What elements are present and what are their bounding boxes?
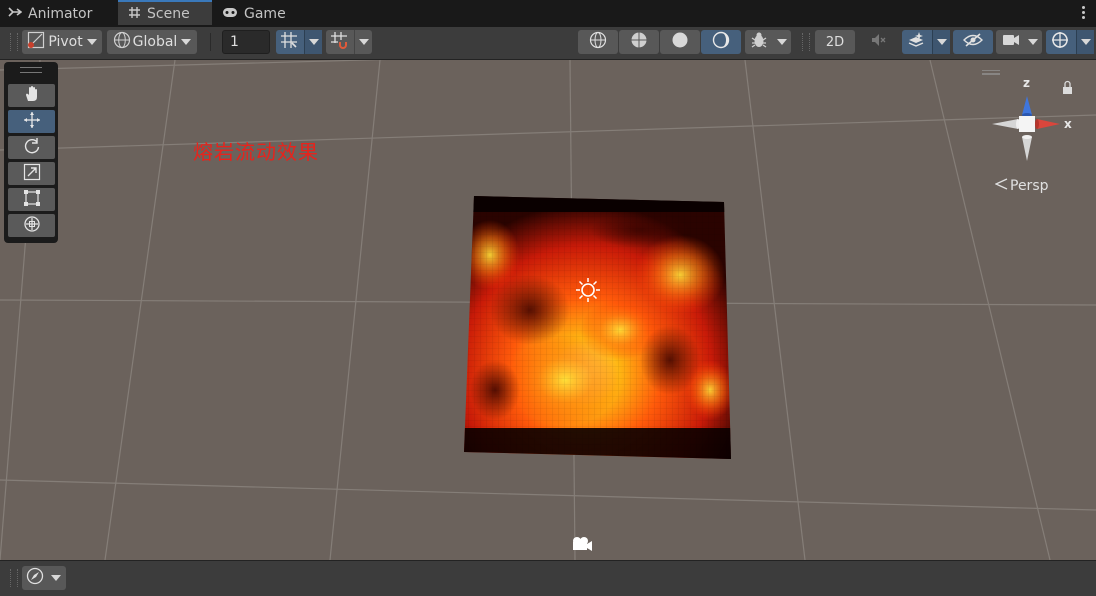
effects-toggle[interactable] bbox=[902, 30, 950, 54]
orientation-overlay-dropdown[interactable] bbox=[22, 566, 66, 590]
debug-draw-mode-button[interactable] bbox=[745, 30, 791, 54]
projection-toggle[interactable]: Persp bbox=[994, 178, 1049, 194]
z-axis-label: z bbox=[1023, 76, 1030, 90]
hand-icon bbox=[23, 85, 41, 107]
2d-mode-toggle[interactable]: 2D bbox=[815, 30, 855, 54]
chevron-down-icon bbox=[51, 575, 61, 581]
lava-plane[interactable] bbox=[0, 60, 1096, 560]
snap-value: 1 bbox=[230, 34, 239, 50]
transform-tool[interactable] bbox=[8, 214, 55, 237]
rotate-icon bbox=[23, 137, 41, 159]
projection-label: Persp bbox=[1010, 178, 1049, 194]
z-axis-cone bbox=[1022, 96, 1032, 115]
scene-viewport[interactable]: 熔岩流动效果 z x Persp bbox=[0, 60, 1096, 560]
gizmo-menu-icon bbox=[980, 69, 1000, 75]
global-dropdown[interactable]: Global bbox=[107, 30, 197, 54]
x-axis-cone bbox=[1037, 119, 1060, 129]
video-camera-icon bbox=[1002, 33, 1020, 51]
grid-snap-dropdown[interactable] bbox=[304, 30, 322, 54]
tool-palette bbox=[4, 62, 58, 243]
tab-animator[interactable]: Animator bbox=[8, 0, 116, 27]
gizmo-globe-icon bbox=[1051, 31, 1069, 53]
scale-icon bbox=[23, 163, 41, 185]
gizmos-toggle[interactable] bbox=[1046, 30, 1094, 54]
toolbar-divider bbox=[210, 33, 211, 51]
chevron-down-icon bbox=[1028, 39, 1038, 45]
scene-grid-icon bbox=[128, 6, 141, 22]
tab-game[interactable]: Game bbox=[222, 0, 302, 27]
transform-icon bbox=[23, 215, 41, 237]
chevron-down-icon bbox=[777, 39, 787, 45]
lock-icon bbox=[1063, 80, 1072, 94]
shaded-button[interactable] bbox=[660, 30, 700, 54]
globe-icon bbox=[113, 31, 131, 53]
gizmo-center-cube bbox=[1019, 116, 1035, 132]
tab-scene[interactable]: Scene bbox=[118, 0, 212, 25]
toolbar-grip bbox=[10, 569, 18, 587]
tab-label: Game bbox=[244, 5, 286, 22]
layers-sparkle-icon bbox=[907, 31, 925, 53]
neg-x-axis-cone bbox=[992, 119, 1018, 129]
2d-label: 2D bbox=[825, 34, 845, 50]
speaker-muted-icon bbox=[869, 31, 887, 53]
toolbar-grip bbox=[10, 33, 18, 51]
pivot-dropdown[interactable]: Pivot bbox=[22, 30, 102, 54]
shaded-wire-sphere-icon bbox=[630, 31, 648, 53]
increment-snap-toggle[interactable] bbox=[326, 30, 372, 54]
camera-settings-button[interactable] bbox=[996, 30, 1042, 54]
bug-icon bbox=[750, 31, 768, 53]
pivot-label: Pivot bbox=[48, 34, 83, 50]
rotate-tool[interactable] bbox=[8, 136, 55, 159]
chevron-down-icon bbox=[181, 39, 192, 45]
palette-drag-handle[interactable] bbox=[20, 67, 42, 73]
moon-icon bbox=[712, 31, 730, 53]
wireframe-shading-button[interactable] bbox=[578, 30, 618, 54]
unlit-shading-button[interactable] bbox=[701, 30, 741, 54]
snap-increment-field[interactable]: 1 bbox=[222, 30, 270, 54]
rect-transform-icon bbox=[23, 189, 41, 211]
camera-gizmo-icon bbox=[573, 537, 592, 551]
effect-title-text: 熔岩流动效果 bbox=[193, 140, 319, 164]
rect-tool[interactable] bbox=[8, 188, 55, 211]
neg-z-axis-cone bbox=[1022, 137, 1032, 161]
wireframe-sphere-icon bbox=[589, 31, 607, 53]
global-label: Global bbox=[132, 34, 178, 50]
scene-bottom-bar bbox=[0, 560, 1096, 596]
pivot-icon bbox=[27, 31, 45, 53]
move-arrows-icon bbox=[23, 111, 41, 133]
tab-label: Scene bbox=[147, 5, 190, 22]
x-axis-label: x bbox=[1064, 117, 1072, 131]
increment-snap-dropdown[interactable] bbox=[354, 30, 372, 54]
scale-tool[interactable] bbox=[8, 162, 55, 185]
gamepad-icon bbox=[222, 7, 238, 21]
tab-label: Animator bbox=[28, 5, 93, 22]
solid-sphere-icon bbox=[671, 31, 689, 53]
move-tool[interactable] bbox=[8, 110, 55, 133]
scene-toolbar: Pivot Global 1 2D bbox=[0, 27, 1096, 60]
compass-icon bbox=[26, 567, 44, 589]
shaded-wireframe-button[interactable] bbox=[619, 30, 659, 54]
gizmos-dropdown[interactable] bbox=[1076, 30, 1094, 54]
hand-tool[interactable] bbox=[8, 84, 55, 107]
grid-snap-icon bbox=[280, 31, 298, 53]
scene-visibility-toggle[interactable] bbox=[953, 30, 993, 54]
animator-icon bbox=[8, 6, 23, 21]
grid-snap-toggle[interactable] bbox=[276, 30, 322, 54]
perspective-icon bbox=[994, 178, 1008, 194]
chevron-down-icon bbox=[1080, 39, 1091, 45]
effects-dropdown[interactable] bbox=[932, 30, 950, 54]
chevron-down-icon bbox=[308, 39, 319, 45]
more-options-icon[interactable] bbox=[1082, 6, 1086, 21]
magnet-grid-icon bbox=[330, 31, 348, 53]
chevron-down-icon bbox=[936, 39, 947, 45]
chevron-down-icon bbox=[358, 39, 369, 45]
tab-bar: Animator Scene Game bbox=[0, 0, 1096, 27]
audio-toggle[interactable] bbox=[858, 30, 898, 54]
eye-slash-icon bbox=[963, 32, 983, 52]
toolbar-grip bbox=[802, 33, 810, 51]
chevron-down-icon bbox=[86, 39, 97, 45]
